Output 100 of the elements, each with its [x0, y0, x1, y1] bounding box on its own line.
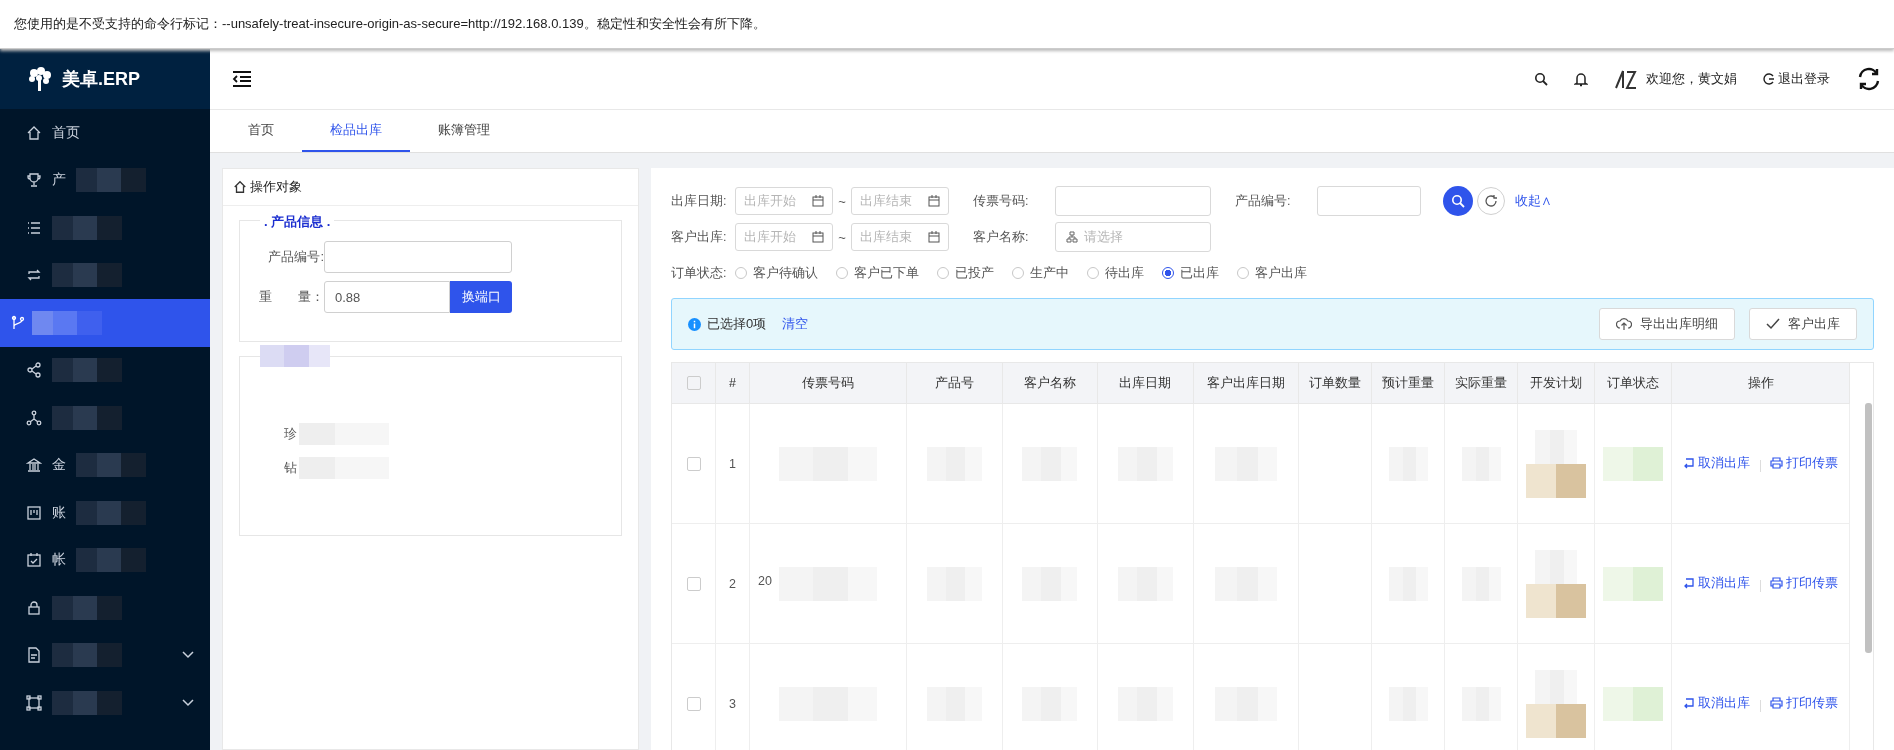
sidebar-item[interactable]: 金	[0, 441, 210, 489]
cancel-shipment-link[interactable]: 取消出库	[1683, 694, 1751, 712]
status-radio[interactable]: 生产中	[1012, 264, 1069, 282]
table-cell: 3	[715, 643, 750, 750]
redaction-mosaic	[52, 595, 122, 620]
list-icon	[26, 219, 42, 236]
redaction-mosaic	[52, 643, 122, 668]
status-radio[interactable]: 客户出库	[1237, 264, 1307, 282]
refresh-icon[interactable]	[1856, 66, 1882, 92]
calendar-icon	[812, 231, 824, 243]
print-ticket-link[interactable]: 打印传票	[1770, 454, 1839, 472]
branch-icon	[10, 314, 26, 331]
refresh-icon	[1484, 194, 1498, 208]
bell-icon[interactable]	[1574, 71, 1588, 87]
input-field[interactable]: 0.88	[324, 281, 450, 313]
row-checkbox[interactable]	[686, 456, 701, 471]
board-icon	[26, 504, 42, 521]
tab[interactable]: 账簿管理	[410, 110, 518, 152]
sidebar-item[interactable]	[0, 299, 210, 347]
redaction-mosaic	[52, 263, 122, 288]
sidebar-item[interactable]: 产	[0, 156, 210, 204]
input-field[interactable]	[324, 241, 512, 273]
welcome-text: 欢迎您，黄文娟	[1646, 70, 1737, 88]
redaction-mosaic	[52, 358, 122, 383]
column-header: 操作	[1671, 363, 1850, 404]
customer-ship-button[interactable]: 客户出库	[1749, 308, 1857, 340]
sidebar-item[interactable]: 账	[0, 489, 210, 537]
column-header: 开发计划	[1517, 363, 1595, 404]
cancel-shipment-link[interactable]: 取消出库	[1683, 574, 1751, 592]
return-icon	[1683, 457, 1696, 470]
return-icon	[1683, 577, 1696, 590]
port-button[interactable]: 换端口	[450, 281, 512, 313]
sidebar-label: 产	[52, 171, 66, 190]
redaction-mosaic	[1603, 566, 1664, 601]
sidebar-item[interactable]: 帐	[0, 536, 210, 584]
tab[interactable]: 检品出库	[302, 110, 410, 152]
redaction-mosaic	[52, 215, 122, 240]
redaction-mosaic	[1535, 669, 1578, 704]
redaction-mosaic	[52, 690, 122, 715]
select-all-checkbox[interactable]	[686, 376, 701, 391]
printer-icon	[1770, 457, 1784, 470]
filter-label: 出库日期:	[671, 192, 728, 210]
column-header: 实际重量	[1444, 363, 1518, 404]
redaction-mosaic	[1603, 686, 1664, 721]
tab[interactable]: 首页	[220, 110, 302, 152]
avatar-icon	[1614, 68, 1638, 90]
redaction-mosaic	[52, 405, 122, 430]
chevron-down-icon	[182, 698, 194, 707]
column-header: 订单数量	[1298, 363, 1372, 404]
file-icon	[26, 647, 42, 664]
scrollbar[interactable]	[1865, 403, 1872, 653]
search-icon[interactable]	[1534, 72, 1548, 86]
info-icon	[688, 317, 701, 331]
sidebar-label: 账	[52, 503, 66, 522]
export-button[interactable]: 导出出库明细	[1599, 308, 1735, 340]
collapse-link[interactable]: 收起∧	[1515, 192, 1552, 210]
home-icon	[233, 180, 247, 194]
status-radio[interactable]: 已出库	[1162, 264, 1219, 282]
redaction-mosaic	[1535, 429, 1578, 464]
warning-bar: 您使用的是不受支持的命令行标记：--unsafely-treat-insecure-origin-as-secure=http://192.168.0.139。稳定性和安全性会有所下降。	[0, 0, 1894, 49]
share-icon	[26, 362, 42, 379]
print-ticket-link[interactable]: 打印传票	[1770, 574, 1839, 592]
print-ticket-link[interactable]: 打印传票	[1770, 694, 1839, 712]
sidebar-label: 首页	[52, 123, 80, 142]
filter-label: 客户名称:	[973, 228, 1030, 246]
column-header: 客户名称	[1002, 363, 1098, 404]
field-label: 产品编号:	[267, 248, 324, 266]
hierarchy-icon	[1066, 231, 1078, 243]
search-button[interactable]	[1443, 186, 1473, 216]
field-label: 重 量：	[258, 288, 324, 306]
calendar-icon	[26, 552, 42, 569]
reset-button[interactable]	[1477, 187, 1505, 215]
input-field[interactable]	[1055, 186, 1211, 216]
cloud-upload-icon	[1616, 317, 1632, 331]
clear-link[interactable]: 清空	[782, 315, 809, 333]
printer-icon	[1770, 577, 1784, 590]
input-field[interactable]	[1317, 186, 1421, 216]
status-radio[interactable]: 客户待确认	[735, 264, 818, 282]
row-checkbox[interactable]	[686, 576, 701, 591]
status-radio[interactable]: 待出库	[1087, 264, 1144, 282]
redaction-mosaic	[260, 345, 330, 367]
column-header: 客户出库日期	[1193, 363, 1299, 404]
row-checkbox[interactable]	[686, 696, 701, 711]
redaction-mosaic	[76, 548, 146, 573]
printer-icon	[1770, 697, 1784, 710]
status-radio[interactable]: 客户已下单	[836, 264, 919, 282]
status-radio[interactable]: 已投产	[937, 264, 994, 282]
redaction-mosaic	[32, 310, 102, 335]
filter-label: 产品编号:	[1235, 192, 1292, 210]
cancel-shipment-link[interactable]: 取消出库	[1683, 454, 1751, 472]
frame-icon	[26, 694, 42, 711]
range-separator: ~	[837, 193, 847, 209]
menu-fold-icon[interactable]	[232, 71, 252, 87]
logout-button[interactable]: 退出登录	[1763, 70, 1830, 88]
sidebar-item[interactable]: 首页	[0, 109, 210, 157]
lock-icon	[26, 599, 42, 616]
filter-label: 订单状态:	[671, 264, 728, 282]
fieldset-legend: . 产品信息 .	[260, 213, 335, 231]
trophy-icon	[26, 172, 42, 189]
sidebar-label: 帐	[52, 551, 66, 570]
